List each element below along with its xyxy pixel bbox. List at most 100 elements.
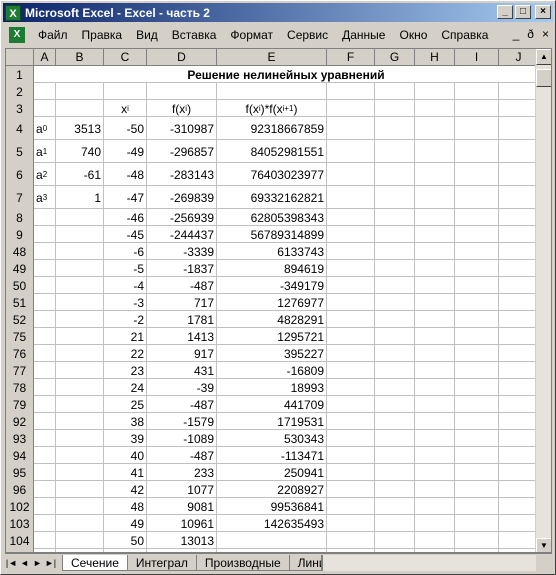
cell-b[interactable] [56,277,104,294]
cell-h[interactable] [415,345,455,362]
cell-i[interactable] [455,345,499,362]
cell-c[interactable]: -48 [104,163,147,186]
cell-i[interactable] [455,83,499,100]
cell-i[interactable] [455,140,499,163]
row-header[interactable]: 5 [6,140,34,163]
menu-item[interactable]: Формат [223,28,280,42]
cell-j[interactable] [499,83,539,100]
cell-e[interactable]: -113471 [217,447,327,464]
cell-g[interactable] [375,328,415,345]
cell-j[interactable] [499,140,539,163]
cell-j[interactable] [499,226,539,243]
cell-g[interactable] [375,163,415,186]
cell-g[interactable] [375,430,415,447]
cell-f[interactable] [327,481,375,498]
cell-h[interactable] [415,396,455,413]
cell-a[interactable] [34,209,56,226]
cell-g[interactable] [375,260,415,277]
cell-c[interactable]: 23 [104,362,147,379]
row-header[interactable]: 4 [6,117,34,140]
scroll-thumb[interactable] [536,69,551,87]
spreadsheet-grid[interactable]: ABCDEFGHIJ 1 Решение нелинейных уравнений… [5,48,552,553]
cell-a[interactable] [34,515,56,532]
cell-g[interactable] [375,345,415,362]
cell-j[interactable] [499,481,539,498]
cell-a[interactable]: a0 [34,117,56,140]
cell-i[interactable] [455,209,499,226]
cell-d[interactable]: 717 [147,294,217,311]
cell-d[interactable]: -296857 [147,140,217,163]
cell-f[interactable] [327,186,375,209]
cell-e[interactable]: 6133743 [217,243,327,260]
cell-g[interactable] [375,117,415,140]
cell-f[interactable] [327,260,375,277]
cell-f[interactable] [327,532,375,549]
cell-e[interactable]: 56789314899 [217,226,327,243]
cell-j[interactable] [499,100,539,117]
cell-d[interactable]: -283143 [147,163,217,186]
cell-d[interactable]: -310987 [147,117,217,140]
column-header[interactable]: I [455,49,499,66]
cell-h[interactable] [415,243,455,260]
cell-j[interactable] [499,447,539,464]
excel-app-icon[interactable]: X [5,4,21,21]
cell-a[interactable] [34,345,56,362]
sheet-tab[interactable]: Производные [195,554,290,571]
cell-e[interactable]: 2208927 [217,481,327,498]
cell-a[interactable]: a3 [34,186,56,209]
scroll-up-icon[interactable]: ▲ [536,49,551,65]
cell-f[interactable] [327,464,375,481]
cell-d[interactable]: -39 [147,379,217,396]
cell-b[interactable] [56,515,104,532]
cell-e[interactable]: 4828291 [217,311,327,328]
row-header[interactable]: 7 [6,186,34,209]
cell-a[interactable]: a2 [34,163,56,186]
cell-j[interactable] [499,464,539,481]
cell-h[interactable] [415,498,455,515]
cell-a[interactable] [34,100,56,117]
cell-b[interactable] [56,447,104,464]
sheet-title-cell[interactable]: Решение нелинейных уравнений [34,66,539,83]
first-sheet-icon[interactable]: |◄ [5,555,18,571]
cell-d[interactable]: 1781 [147,311,217,328]
cell-g[interactable] [375,186,415,209]
minimize-button[interactable]: _ [497,5,513,19]
cell-j[interactable] [499,117,539,140]
horizontal-scrollbar[interactable] [321,555,536,571]
cell-f[interactable] [327,311,375,328]
cell-f[interactable] [327,515,375,532]
cell-c[interactable]: 40 [104,447,147,464]
column-header[interactable]: G [375,49,415,66]
cell-c[interactable]: 24 [104,379,147,396]
cell-b[interactable] [56,345,104,362]
cell-c[interactable]: -50 [104,117,147,140]
cell-h[interactable] [415,294,455,311]
menu-item[interactable]: Справка [434,28,495,42]
cell-f[interactable] [327,396,375,413]
cell-b[interactable] [56,294,104,311]
cell-c[interactable]: 25 [104,396,147,413]
doc-minimize-button[interactable]: _ [513,27,520,41]
cell-f[interactable] [327,277,375,294]
cell-d[interactable]: -244437 [147,226,217,243]
cell-b[interactable] [56,532,104,549]
cell-g[interactable] [375,209,415,226]
cell-f[interactable] [327,83,375,100]
cell-j[interactable] [499,294,539,311]
cell-c[interactable]: -6 [104,243,147,260]
cell-b[interactable] [56,379,104,396]
cell-f[interactable] [327,413,375,430]
row-header[interactable]: 8 [6,209,34,226]
row-header[interactable]: 51 [6,294,34,311]
cell-h[interactable] [415,226,455,243]
cell-a[interactable] [34,532,56,549]
cell-h[interactable] [415,209,455,226]
cell-d[interactable]: f(x i) [147,100,217,117]
cell-a[interactable] [34,83,56,100]
cell-a[interactable] [34,243,56,260]
cell-b[interactable]: 740 [56,140,104,163]
cell-j[interactable] [499,260,539,277]
cell-i[interactable] [455,498,499,515]
cell-i[interactable] [455,447,499,464]
menu-item[interactable]: Окно [392,28,434,42]
